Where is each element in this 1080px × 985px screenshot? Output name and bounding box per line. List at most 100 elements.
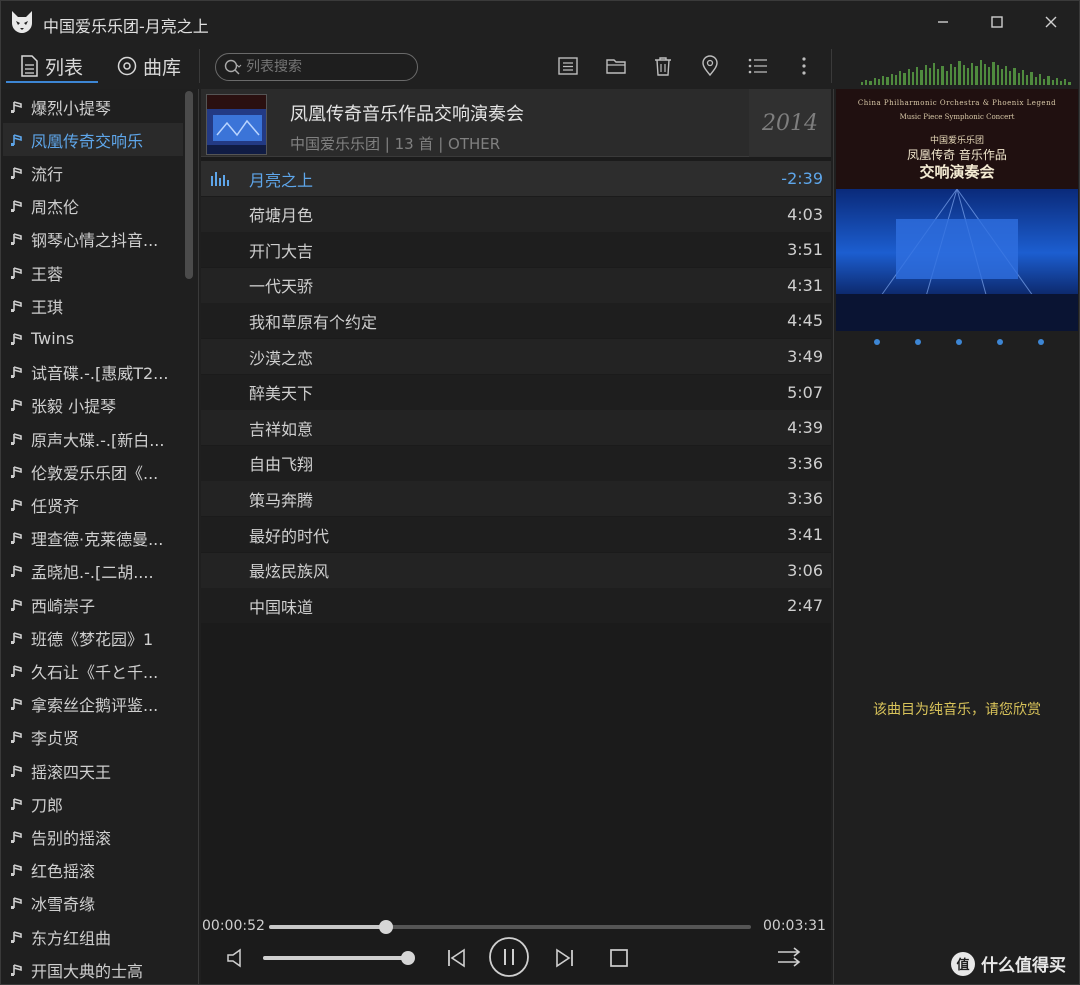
sidebar-item[interactable]: 久石让《千と千...: [3, 654, 183, 687]
track-row[interactable]: 开门大吉 3:51: [201, 232, 831, 268]
spectrum-bar: [966, 68, 970, 85]
track-name: 开门大吉: [249, 241, 314, 261]
more-options-button[interactable]: [791, 53, 817, 79]
search-input[interactable]: [246, 59, 406, 75]
track-row[interactable]: 策马奔腾 3:36: [201, 481, 831, 517]
cover-line-1: China Philharmonic Orchestra & Phoenix L…: [857, 99, 1057, 107]
track-row[interactable]: 醉美天下 5:07: [201, 374, 831, 410]
delete-button[interactable]: [650, 53, 676, 79]
sidebar-item[interactable]: Twins: [3, 322, 183, 355]
spectrum-bar: [928, 68, 931, 85]
track-row[interactable]: 我和草原有个约定 4:45: [201, 303, 831, 339]
locate-button[interactable]: [697, 53, 723, 79]
sidebar-item-label: 试音碟.-.[惠威T2...: [31, 364, 169, 384]
list-box-icon: [558, 57, 578, 75]
track-duration: 5:07: [787, 382, 823, 402]
sidebar-item[interactable]: 孟晓旭.-.[二胡....: [3, 555, 183, 588]
track-row[interactable]: 一代天骄 4:31: [201, 267, 831, 303]
track-name: 醉美天下: [249, 384, 314, 404]
sidebar-item[interactable]: 冰雪奇缘: [3, 887, 183, 920]
spectrum-bar: [975, 66, 978, 85]
open-folder-button[interactable]: [603, 53, 629, 79]
sidebar-item-label: 西崎崇子: [31, 596, 96, 616]
sidebar-item[interactable]: 爆烈小提琴: [3, 90, 183, 123]
carousel-dot[interactable]: [956, 339, 962, 345]
album-cover[interactable]: China Philharmonic Orchestra & Phoenix L…: [836, 89, 1078, 331]
tab-library[interactable]: 曲库: [117, 51, 181, 81]
carousel-dot[interactable]: [997, 339, 1003, 345]
sidebar-item[interactable]: 原声大碟.-.[新白...: [3, 422, 183, 455]
track-row[interactable]: 中国味道 2:47: [201, 588, 831, 624]
sidebar-item[interactable]: 伦敦爱乐乐团《...: [3, 455, 183, 488]
sidebar-item[interactable]: 试音碟.-.[惠威T2...: [3, 356, 183, 389]
sidebar-item[interactable]: 西崎崇子: [3, 588, 183, 621]
sidebar-item[interactable]: 李贞贤: [3, 721, 183, 754]
bullet-list-button[interactable]: [745, 53, 771, 79]
sidebar-item[interactable]: 红色摇滚: [3, 854, 183, 887]
track-name: 月亮之上: [249, 170, 314, 190]
playlist-search[interactable]: [215, 53, 418, 81]
next-button[interactable]: [551, 944, 579, 972]
volume-slider[interactable]: [263, 951, 415, 965]
track-duration: 3:51: [787, 240, 823, 260]
volume-slider-handle[interactable]: [401, 951, 415, 965]
spectrum-bar: [899, 71, 902, 85]
spectrum-bar: [920, 70, 923, 85]
sidebar-item[interactable]: 理查德·克莱德曼...: [3, 522, 183, 555]
sidebar-item[interactable]: 摇滚四天王: [3, 754, 183, 787]
track-row[interactable]: 沙漠之恋 3:49: [201, 339, 831, 374]
track-row[interactable]: 吉祥如意 4:39: [201, 410, 831, 446]
track-row[interactable]: 最好的时代 3:41: [201, 517, 831, 552]
minimize-button[interactable]: [929, 9, 957, 35]
sidebar-item[interactable]: 东方红组曲: [3, 920, 183, 953]
sidebar-item[interactable]: 王蓉: [3, 256, 183, 289]
sidebar-item[interactable]: 凤凰传奇交响乐: [3, 123, 183, 157]
list-view-button[interactable]: [555, 53, 581, 79]
track-duration: 4:39: [787, 418, 823, 438]
sidebar-item[interactable]: 刀郎: [3, 787, 183, 820]
cover-concert-image: [836, 188, 1078, 331]
sidebar-item[interactable]: 流行: [3, 156, 183, 189]
stop-button[interactable]: [605, 944, 633, 972]
sidebar-item[interactable]: 拿索丝企鹅评鉴...: [3, 688, 183, 721]
sidebar-item[interactable]: 任贤齐: [3, 488, 183, 521]
close-button[interactable]: [1037, 9, 1065, 35]
track-row[interactable]: 自由飞翔 3:36: [201, 445, 831, 481]
album-header[interactable]: 凤凰传奇音乐作品交响演奏会 中国爱乐乐团 | 13 首 | OTHER 2014: [201, 89, 831, 157]
sidebar-item-label: 摇滚四天王: [31, 762, 112, 782]
track-row[interactable]: 荷塘月色 4:03: [201, 196, 831, 232]
music-note-icon: [11, 133, 22, 146]
sidebar-item-label: 刀郎: [31, 795, 64, 815]
spectrum-bar: [911, 72, 915, 85]
sidebar-item[interactable]: 周杰伦: [3, 190, 183, 223]
music-note-icon: [11, 665, 22, 677]
music-note-icon: [11, 266, 22, 279]
music-note-icon: [11, 831, 22, 843]
sidebar-item[interactable]: 告别的摇滚: [3, 820, 183, 853]
spectrum-bar: [894, 75, 898, 85]
track-duration: 2:47: [787, 596, 823, 616]
play-pause-button[interactable]: [488, 936, 530, 978]
play-mode-button[interactable]: [775, 943, 805, 971]
sidebar-item[interactable]: 开国大典的士高: [3, 953, 183, 984]
sidebar-scrollbar[interactable]: [185, 91, 193, 279]
track-row[interactable]: 月亮之上 -2:39: [201, 161, 831, 196]
maximize-button[interactable]: [983, 9, 1011, 35]
music-note-icon: [11, 399, 22, 412]
sidebar-item[interactable]: 钢琴心情之抖音...: [3, 223, 183, 256]
title-bar[interactable]: 中国爱乐乐团-月亮之上: [1, 1, 1079, 43]
carousel-dot[interactable]: [874, 339, 880, 345]
sidebar-item[interactable]: 班德《梦花园》1: [3, 621, 183, 654]
volume-button[interactable]: [223, 945, 249, 971]
sidebar-item[interactable]: 张毅 小提琴: [3, 389, 183, 422]
spectrum-bar: [1013, 68, 1016, 85]
carousel-dot[interactable]: [1038, 339, 1044, 345]
seek-bar[interactable]: [269, 920, 751, 934]
cover-carousel-dots[interactable]: [874, 339, 1044, 345]
previous-button[interactable]: [442, 944, 470, 972]
track-row[interactable]: 最炫民族风 3:06: [201, 552, 831, 588]
sidebar-item[interactable]: 王琪: [3, 289, 183, 322]
tab-playlist[interactable]: 列表: [19, 51, 83, 81]
carousel-dot[interactable]: [915, 339, 921, 345]
spectrum-bar: [1004, 66, 1008, 85]
